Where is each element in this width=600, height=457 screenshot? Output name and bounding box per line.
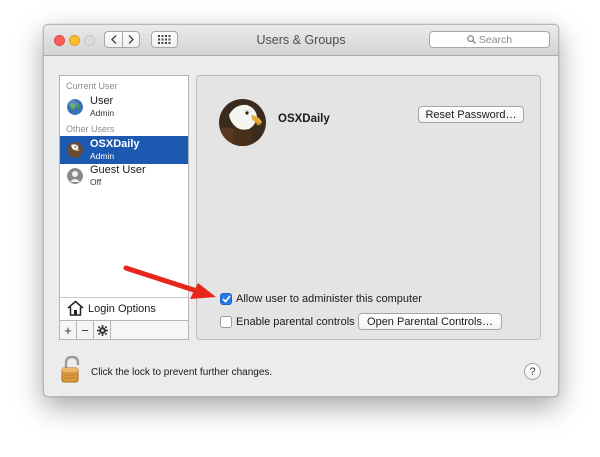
user-role: Admin [90,108,115,118]
user-list-item-selected[interactable]: OSXDaily Admin [60,136,188,164]
eagle-avatar-icon [67,142,83,158]
lock-button[interactable] [60,355,84,389]
red-arrow-annotation [123,265,216,299]
other-users-heading: Other Users [66,124,115,134]
account-picture[interactable] [219,99,266,146]
reset-password-button[interactable]: Reset Password… [418,106,524,123]
current-user-heading: Current User [66,81,118,91]
help-button[interactable]: ? [524,363,541,380]
login-options-label: Login Options [88,303,156,315]
globe-avatar-icon [67,99,83,115]
guest-avatar-icon [67,168,83,184]
remove-user-button[interactable]: − [77,321,94,339]
allow-admin-label: Allow user to administer this computer [236,293,422,305]
user-details-panel: OSXDaily Reset Password… Allow user to a… [196,75,541,340]
user-name: OSXDaily [90,138,140,150]
lock-message: Click the lock to prevent further change… [91,367,273,378]
user-role: Off [90,177,102,187]
account-name: OSXDaily [278,113,330,125]
search-placeholder: Search [478,33,513,46]
eagle-photo-icon [219,99,266,146]
user-list-item[interactable]: Guest User Off [60,162,188,190]
allow-admin-checkbox[interactable] [220,293,232,305]
house-icon [67,300,84,316]
search-icon [467,35,476,44]
user-role: Admin [90,151,115,161]
user-name: User [90,95,114,107]
title-bar: Users & Groups Search [44,25,558,56]
gear-icon [96,324,108,336]
user-list-item[interactable]: User Admin [60,93,188,121]
parental-controls-checkbox[interactable] [220,316,232,328]
open-parental-controls-button[interactable]: Open Parental Controls… [358,313,502,330]
action-menu-button[interactable] [94,321,111,339]
checkmark-icon [221,295,231,303]
add-user-button[interactable]: + [60,321,77,339]
users-groups-window: Users & Groups Search Current User User … [43,24,559,397]
user-name: Guest User [90,164,146,176]
lock-icon [61,355,80,383]
parental-controls-label: Enable parental controls [236,316,355,328]
sidebar-button-bar: + − [60,320,188,339]
allow-admin-row[interactable]: Allow user to administer this computer [220,292,422,306]
parental-controls-row[interactable]: Enable parental controls [220,315,355,329]
search-field[interactable]: Search [429,31,550,48]
